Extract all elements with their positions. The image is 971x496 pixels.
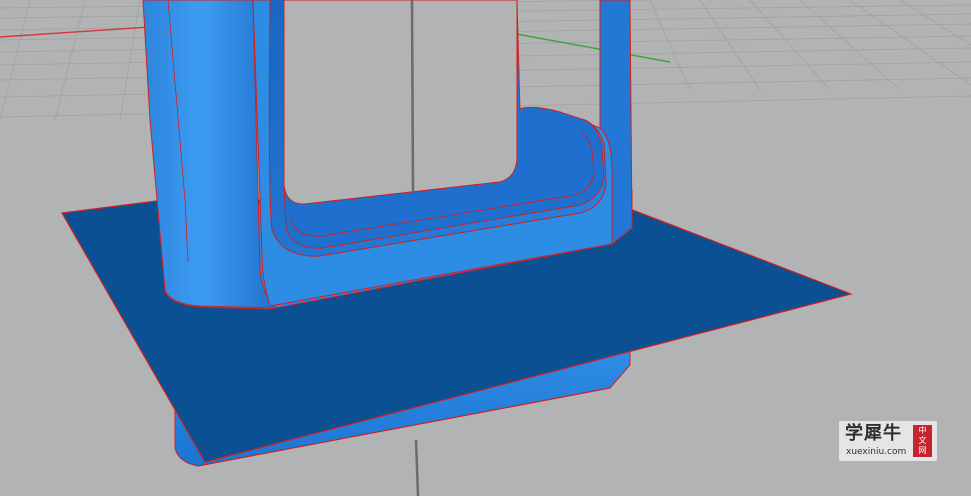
watermark-chinese-text: 学犀牛 [845, 423, 902, 444]
watermark-badge: 中 文 网 [913, 425, 932, 457]
rhino-perspective-viewport[interactable]: 学犀牛 中 文 网 xuexiniu.com [0, 0, 971, 496]
watermark-badge-char: 网 [918, 446, 927, 455]
watermark-url: xuexiniu.com [846, 447, 907, 457]
site-watermark: 学犀牛 中 文 网 xuexiniu.com [839, 421, 937, 461]
3d-scene[interactable] [0, 0, 971, 496]
z-axis-through-opening [410, 0, 415, 193]
watermark-badge-char: 文 [918, 436, 927, 445]
watermark-badge-char: 中 [918, 426, 927, 435]
frame-opening [283, 0, 518, 205]
z-axis-line-bottom [414, 439, 420, 496]
